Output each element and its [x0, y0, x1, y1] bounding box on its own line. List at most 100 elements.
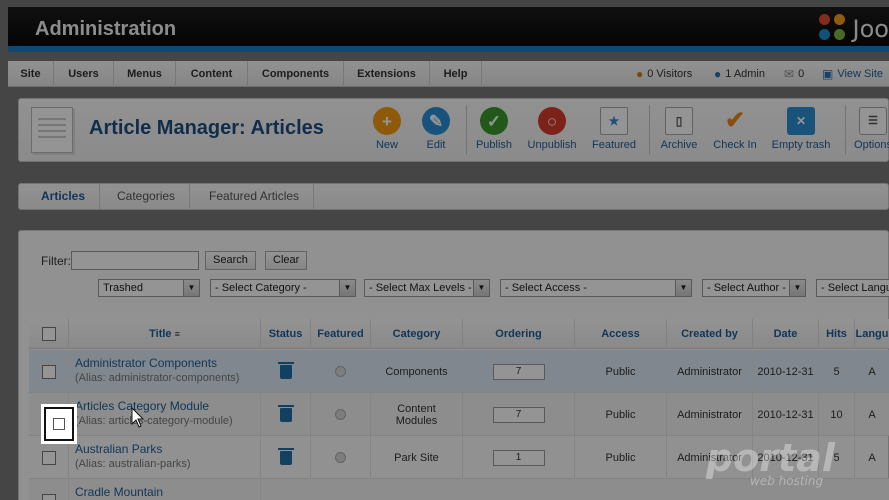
- empty-trash-button[interactable]: ✕ Empty trash: [771, 107, 831, 151]
- row-checkbox[interactable]: [53, 418, 65, 430]
- check-icon: ✓: [480, 107, 508, 135]
- access-cell: Public: [575, 436, 667, 479]
- article-page-icon: [31, 107, 73, 153]
- author-select[interactable]: - Select Author - ▼: [702, 279, 806, 297]
- row-select-cell: [29, 436, 69, 479]
- view-site-link[interactable]: ▣ View Site: [822, 61, 883, 87]
- checkin-button[interactable]: ✔ Check In: [713, 107, 757, 152]
- ordering-cell: 1: [463, 436, 575, 479]
- empty-trash-label: Empty trash: [771, 139, 831, 151]
- ordering-input[interactable]: 7: [492, 406, 545, 423]
- clear-button[interactable]: Clear: [265, 251, 308, 270]
- messages-count: 0: [798, 68, 805, 80]
- watermark-tagline: web hosting: [750, 474, 824, 488]
- language-cell: A: [855, 436, 889, 479]
- column-access[interactable]: Access: [575, 319, 667, 349]
- toolbar-box: Article Manager: Articles + New ✎ Edit ✓…: [18, 98, 889, 162]
- toolbar-divider: [466, 105, 467, 155]
- menu-users[interactable]: Users: [54, 61, 114, 87]
- messages-status[interactable]: ✉ 0: [784, 61, 804, 87]
- menu-help[interactable]: Help: [430, 61, 482, 87]
- select-all-cell: [29, 319, 69, 349]
- table-row: Articles Category Module (Alias: article…: [29, 393, 889, 436]
- language-select-value: - Select Langu: [821, 282, 889, 294]
- date-cell: 2010-12-31: [753, 350, 819, 393]
- filter-label: Filter:: [41, 254, 71, 268]
- options-button[interactable]: ☰ Options: [853, 107, 889, 151]
- tab-articles[interactable]: Articles: [41, 184, 101, 209]
- column-date[interactable]: Date: [753, 319, 819, 349]
- watermark-logo: portal web hosting: [706, 436, 835, 488]
- filter-search-input[interactable]: [71, 251, 199, 270]
- trashed-status-icon[interactable]: [277, 447, 294, 465]
- archive-icon: ▯: [665, 107, 693, 135]
- article-alias: (Alias: administrator-components): [75, 372, 240, 384]
- archive-button[interactable]: ▯ Archive: [657, 107, 701, 151]
- featured-button[interactable]: ★ Featured: [591, 107, 637, 151]
- author-select-value: - Select Author -: [707, 282, 786, 294]
- admin-count: 1 Admin: [725, 68, 765, 80]
- status-select[interactable]: Trashed ▼: [98, 279, 200, 297]
- column-status[interactable]: Status: [261, 319, 311, 349]
- checkin-label: Check In: [713, 139, 757, 151]
- publish-button[interactable]: ✓ Publish: [474, 107, 514, 151]
- max-levels-select-value: - Select Max Levels -: [369, 282, 472, 294]
- article-title-link[interactable]: Cradle Mountain: [75, 485, 163, 499]
- language-cell: A: [855, 393, 889, 436]
- featured-toggle-icon[interactable]: [335, 409, 346, 420]
- featured-label: Featured: [591, 139, 637, 151]
- tab-featured-articles[interactable]: Featured Articles: [209, 184, 315, 209]
- new-button[interactable]: + New: [369, 107, 405, 151]
- unpublish-button[interactable]: ○ Unpublish: [525, 107, 579, 151]
- chevron-down-icon: ▼: [339, 280, 355, 296]
- language-select[interactable]: - Select Langu: [816, 279, 889, 297]
- empty-trash-icon: ✕: [787, 107, 815, 135]
- admin-title: Administration: [35, 18, 177, 40]
- ordering-input[interactable]: 7: [492, 363, 545, 380]
- edit-button[interactable]: ✎ Edit: [418, 107, 454, 151]
- column-title[interactable]: Title ≡: [69, 319, 261, 349]
- column-language[interactable]: Langu: [855, 319, 889, 349]
- trashed-status-icon[interactable]: [277, 361, 294, 379]
- column-featured[interactable]: Featured: [311, 319, 371, 349]
- status-select-value: Trashed: [103, 282, 143, 294]
- joomla-logo[interactable]: Joo: [818, 13, 889, 45]
- ordering-input[interactable]: 1: [492, 449, 545, 466]
- article-title-link[interactable]: Australian Parks: [75, 442, 162, 456]
- column-created-by[interactable]: Created by: [667, 319, 753, 349]
- column-title-label: Title: [149, 328, 172, 340]
- menu-menus[interactable]: Menus: [114, 61, 176, 87]
- joomla-mark-icon: [818, 14, 849, 44]
- search-button[interactable]: Search: [205, 251, 256, 270]
- column-ordering[interactable]: Ordering: [463, 319, 575, 349]
- select-all-checkbox[interactable]: [41, 327, 56, 342]
- access-select[interactable]: - Select Access - ▼: [500, 279, 692, 297]
- date-cell: 2010-12-31: [753, 393, 819, 436]
- trashed-status-icon[interactable]: [277, 404, 294, 422]
- menu-components[interactable]: Components: [248, 61, 344, 87]
- row-checkbox[interactable]: [41, 493, 56, 500]
- highlighted-row-checkbox[interactable]: [44, 407, 74, 441]
- menu-content[interactable]: Content: [176, 61, 248, 87]
- featured-toggle-icon[interactable]: [335, 366, 346, 377]
- row-checkbox[interactable]: [41, 364, 56, 379]
- max-levels-select[interactable]: - Select Max Levels - ▼: [364, 279, 490, 297]
- menu-extensions[interactable]: Extensions: [344, 61, 430, 87]
- publish-label: Publish: [475, 139, 513, 151]
- column-hits[interactable]: Hits: [819, 319, 855, 349]
- article-title-link[interactable]: Administrator Components: [75, 356, 217, 370]
- tab-categories[interactable]: Categories: [117, 184, 191, 209]
- featured-cell: [311, 350, 371, 393]
- archive-label: Archive: [660, 139, 698, 151]
- toolbar-divider: [649, 105, 650, 155]
- featured-toggle-icon[interactable]: [335, 452, 346, 463]
- menu-site[interactable]: Site: [8, 61, 54, 87]
- monitor-icon: ▣: [822, 67, 834, 81]
- ordering-cell: 7: [463, 393, 575, 436]
- category-select[interactable]: - Select Category - ▼: [210, 279, 356, 297]
- checkin-icon: ✔: [724, 107, 746, 134]
- column-category[interactable]: Category: [371, 319, 463, 349]
- visitors-icon: ●: [636, 67, 644, 81]
- table-row: Administrator Components (Alias: adminis…: [29, 350, 889, 393]
- row-checkbox[interactable]: [41, 450, 56, 465]
